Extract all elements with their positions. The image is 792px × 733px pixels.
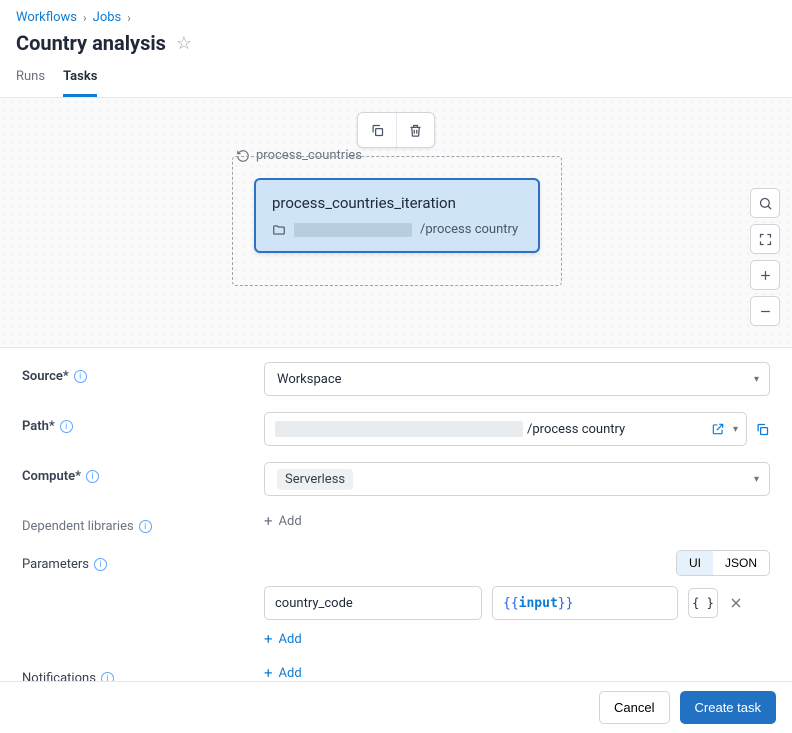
remove-param-icon[interactable] [728, 595, 744, 611]
parameters-label: Parametersi [22, 550, 264, 572]
compute-select[interactable]: Serverless ▾ [264, 462, 770, 496]
folder-icon [272, 223, 286, 237]
path-label: Path*i [22, 412, 264, 434]
toggle-ui[interactable]: UI [677, 551, 713, 575]
task-node[interactable]: process_countries_iteration /process cou… [254, 178, 540, 253]
tab-tasks[interactable]: Tasks [63, 69, 97, 97]
page-title: Country analysis [16, 31, 166, 55]
external-link-icon[interactable] [711, 422, 725, 436]
add-parameter-button[interactable]: +Add [264, 630, 302, 648]
compute-label: Compute*i [22, 462, 264, 484]
search-button[interactable] [750, 188, 780, 218]
param-braces-button[interactable]: { } [688, 588, 718, 618]
zoom-in-button[interactable] [750, 260, 780, 290]
zoom-out-button[interactable] [750, 296, 780, 326]
info-icon[interactable]: i [94, 558, 107, 571]
create-task-button[interactable]: Create task [680, 691, 776, 724]
param-value-input[interactable]: {{input}} [492, 586, 678, 620]
info-icon[interactable]: i [86, 470, 99, 483]
add-library-button[interactable]: +Add [264, 512, 302, 530]
dependent-libraries-label: Dependent librariesi [22, 512, 264, 534]
source-label: Source*i [22, 362, 264, 384]
info-icon[interactable]: i [139, 520, 152, 533]
info-icon[interactable]: i [74, 370, 87, 383]
cancel-button[interactable]: Cancel [599, 691, 669, 724]
chevron-down-icon[interactable]: ▾ [733, 424, 738, 435]
redacted-path [275, 421, 523, 437]
tabs: Runs Tasks [0, 55, 792, 98]
parameters-mode-toggle: UI JSON [676, 550, 770, 576]
canvas-controls [750, 188, 780, 326]
chevron-right-icon: › [127, 11, 131, 25]
tab-runs[interactable]: Runs [16, 69, 45, 97]
chevron-right-icon: › [83, 11, 87, 25]
add-notification-button[interactable]: +Add [264, 664, 302, 682]
chevron-down-icon: ▾ [754, 374, 759, 385]
redacted-path [294, 223, 412, 237]
task-canvas[interactable]: process_countries process_countries_iter… [0, 98, 792, 348]
path-input[interactable]: /process country ▾ [264, 412, 747, 446]
node-toolbar [357, 112, 435, 148]
delete-button[interactable] [396, 113, 434, 147]
footer: Cancel Create task [0, 681, 792, 733]
fullscreen-button[interactable] [750, 224, 780, 254]
info-icon[interactable]: i [60, 420, 73, 433]
breadcrumb-jobs[interactable]: Jobs [93, 10, 122, 25]
toggle-json[interactable]: JSON [713, 551, 769, 575]
breadcrumb: Workflows › Jobs › [16, 10, 776, 25]
param-key-input[interactable]: country_code [264, 586, 482, 620]
node-title: process_countries_iteration [272, 194, 522, 212]
node-path: /process country [272, 222, 522, 237]
copy-path-icon[interactable] [755, 422, 770, 437]
copy-button[interactable] [358, 113, 396, 147]
chevron-down-icon: ▾ [754, 474, 759, 485]
task-form: Source*i Workspace ▾ Path*i /process cou… [0, 348, 792, 700]
star-icon[interactable]: ☆ [176, 33, 192, 54]
breadcrumb-workflows[interactable]: Workflows [16, 10, 77, 25]
source-select[interactable]: Workspace ▾ [264, 362, 770, 396]
